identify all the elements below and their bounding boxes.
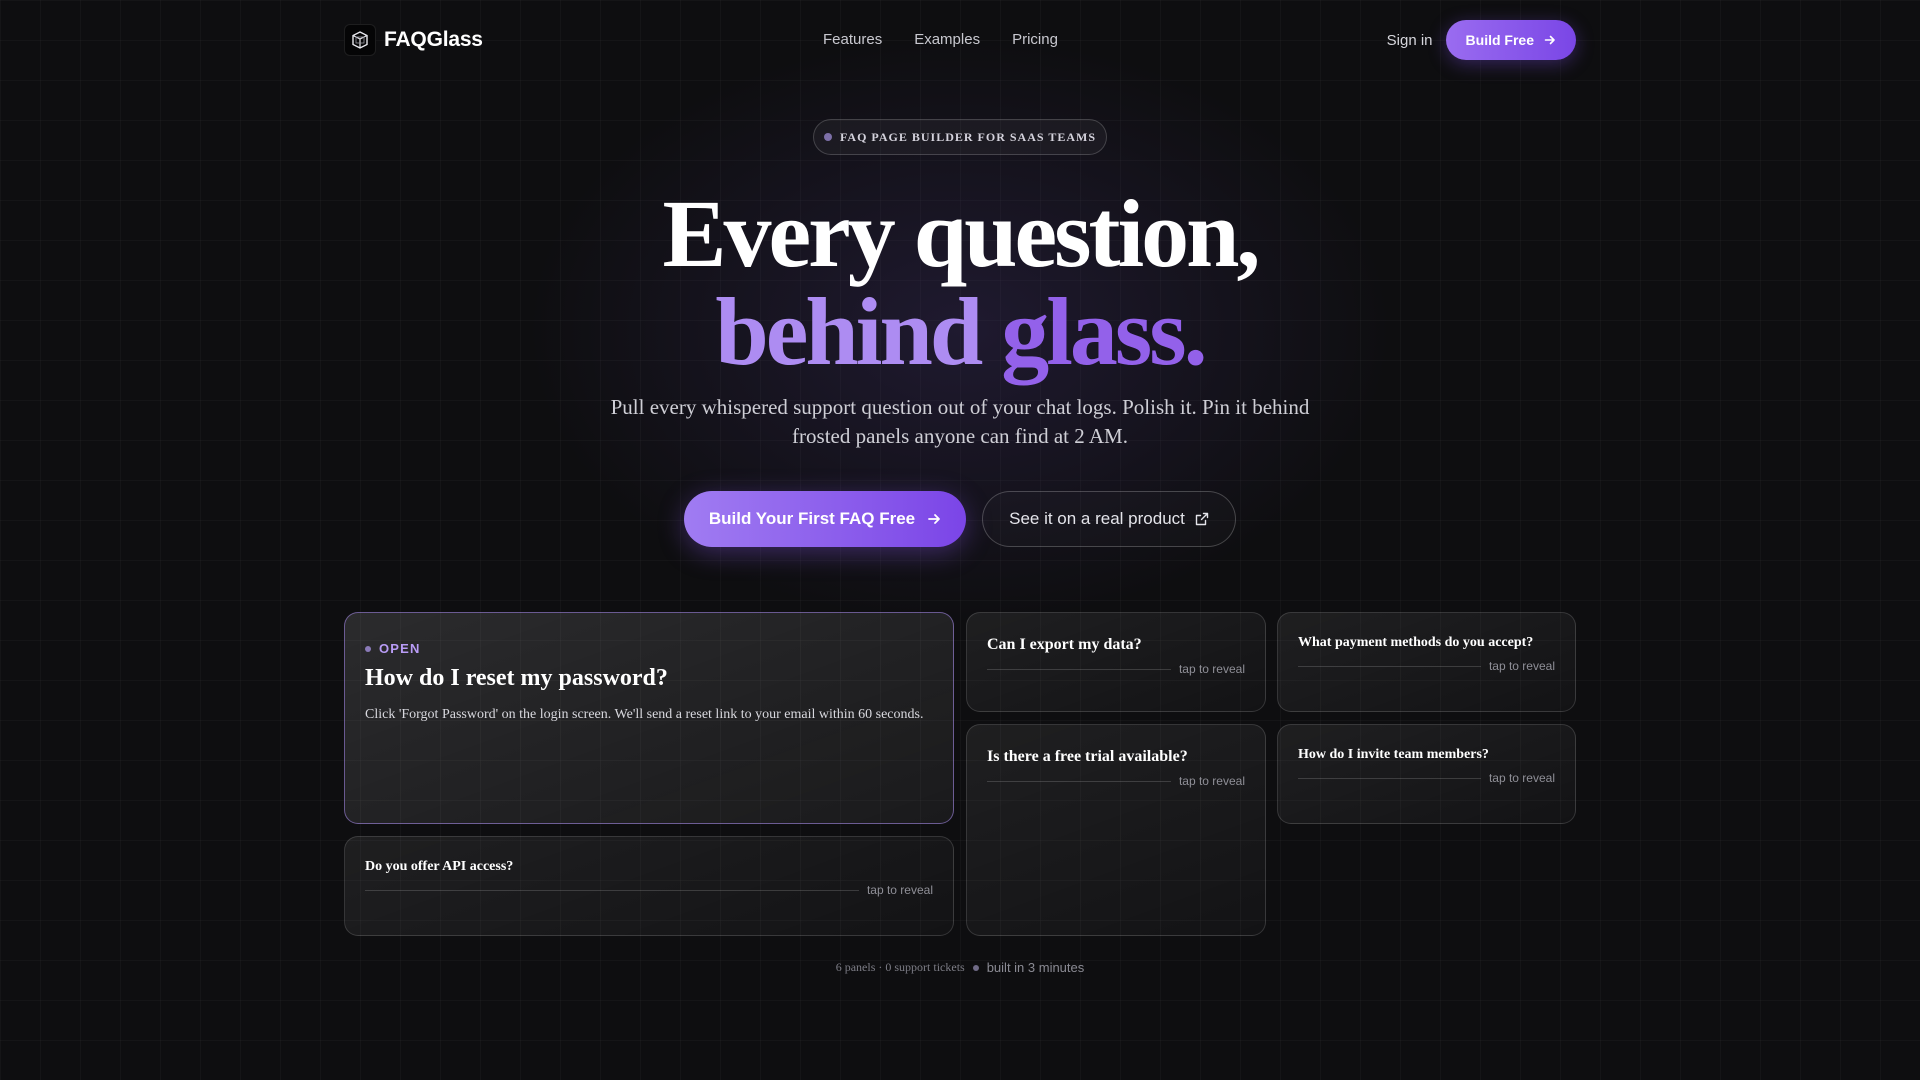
faq-answer: Click 'Forgot Password' on the login scr… — [365, 707, 924, 722]
badge-text: FAQ PAGE BUILDER FOR SAAS TEAMS — [839, 129, 1097, 144]
faq-question: How do I invite team members? — [1298, 747, 1489, 762]
faq-panel-api-access[interactable]: Do you offer API access? tap to reveal — [344, 836, 954, 936]
hero-badge: FAQ PAGE BUILDER FOR SAAS TEAMS — [813, 119, 1107, 155]
headline-word-behind: behind — [715, 278, 983, 385]
build-time: built in 3 minutes — [986, 960, 1085, 975]
top-nav: FAQGlass Features Examples Pricing Sign … — [344, 20, 1576, 60]
sign-in-link[interactable]: Sign in — [1387, 32, 1433, 49]
badge-dot-icon — [823, 133, 832, 141]
nav-links: Features Examples Pricing — [823, 31, 1058, 48]
cube-icon — [344, 24, 376, 56]
headline-line-1: Every question, — [662, 180, 1260, 287]
arrow-right-icon — [928, 514, 941, 524]
build-free-button[interactable]: Build Free — [1445, 20, 1576, 60]
reveal-row: tap to reveal — [987, 662, 1245, 676]
reveal-row: tap to reveal — [1298, 659, 1555, 673]
external-link-icon — [1195, 512, 1209, 526]
reveal-row: tap to reveal — [1298, 771, 1555, 785]
divider — [1298, 777, 1481, 779]
tap-to-reveal-label: tap to reveal — [866, 883, 933, 897]
divider — [1298, 665, 1481, 667]
nav-link-features[interactable]: Features — [823, 31, 882, 48]
tap-to-reveal-label: tap to reveal — [1178, 774, 1245, 788]
headline-word-glass: glass. — [1001, 278, 1207, 385]
nav-link-pricing[interactable]: Pricing — [1012, 31, 1058, 48]
tap-to-reveal-label: tap to reveal — [1488, 659, 1555, 673]
faq-question: Is there a free trial available? — [987, 748, 1188, 765]
brand-name: FAQGlass — [384, 28, 483, 51]
hero-subtitle: Pull every whispered support question ou… — [610, 395, 1310, 448]
divider — [987, 780, 1171, 782]
faq-question: Can I export my data? — [987, 636, 1142, 653]
tap-to-reveal-label: tap to reveal — [1488, 771, 1555, 785]
faq-panel-open[interactable]: OPEN How do I reset my password? Click '… — [344, 612, 954, 824]
divider — [365, 889, 859, 891]
faq-panel-invite-team[interactable]: How do I invite team members? tap to rev… — [1277, 724, 1576, 824]
faq-panel-free-trial[interactable]: Is there a free trial available? tap to … — [966, 724, 1266, 936]
arrow-right-icon — [1544, 35, 1555, 45]
build-first-faq-label: Build Your First FAQ Free — [708, 509, 916, 528]
tap-to-reveal-label: tap to reveal — [1178, 662, 1245, 676]
reveal-row: tap to reveal — [365, 883, 933, 897]
nav-link-examples[interactable]: Examples — [914, 31, 980, 48]
faq-question: What payment methods do you accept? — [1298, 635, 1534, 650]
see-real-product-label: See it on a real product — [1009, 509, 1185, 528]
faq-question: How do I reset my password? — [365, 665, 668, 691]
build-free-label: Build Free — [1465, 32, 1534, 48]
cta-row: Build Your First FAQ Free See it on a re… — [684, 491, 1236, 547]
divider — [987, 668, 1171, 670]
stats-dot-icon — [972, 964, 979, 971]
panel-stats: 6 panels · 0 support tickets — [835, 960, 965, 974]
see-real-product-button[interactable]: See it on a real product — [982, 491, 1236, 547]
reveal-row: tap to reveal — [987, 774, 1245, 788]
brand-logo[interactable]: FAQGlass — [344, 24, 483, 56]
faq-question: Do you offer API access? — [365, 859, 514, 874]
build-first-faq-button[interactable]: Build Your First FAQ Free — [684, 491, 966, 547]
nav-actions: Sign in Build Free — [1387, 20, 1576, 60]
footer-stats: 6 panels · 0 support tickets built in 3 … — [0, 960, 1920, 975]
faq-panel-export-data[interactable]: Can I export my data? tap to reveal — [966, 612, 1266, 712]
open-label: OPEN — [379, 641, 421, 656]
open-tag: OPEN — [365, 641, 421, 656]
faq-panel-payment-methods[interactable]: What payment methods do you accept? tap … — [1277, 612, 1576, 712]
headline-line-2: behind glass. — [0, 284, 1920, 380]
open-dot-icon — [365, 645, 371, 652]
